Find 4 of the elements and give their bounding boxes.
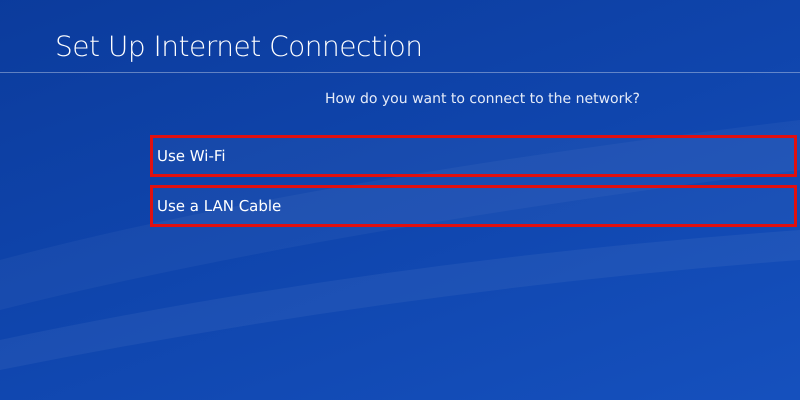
connection-option[interactable]: Use Wi-Fi bbox=[150, 135, 797, 177]
screen-title: Set Up Internet Connection bbox=[55, 30, 424, 65]
question-text: How do you want to connect to the network? bbox=[325, 91, 641, 107]
connection-option[interactable]: Use a LAN Cable bbox=[150, 185, 797, 227]
